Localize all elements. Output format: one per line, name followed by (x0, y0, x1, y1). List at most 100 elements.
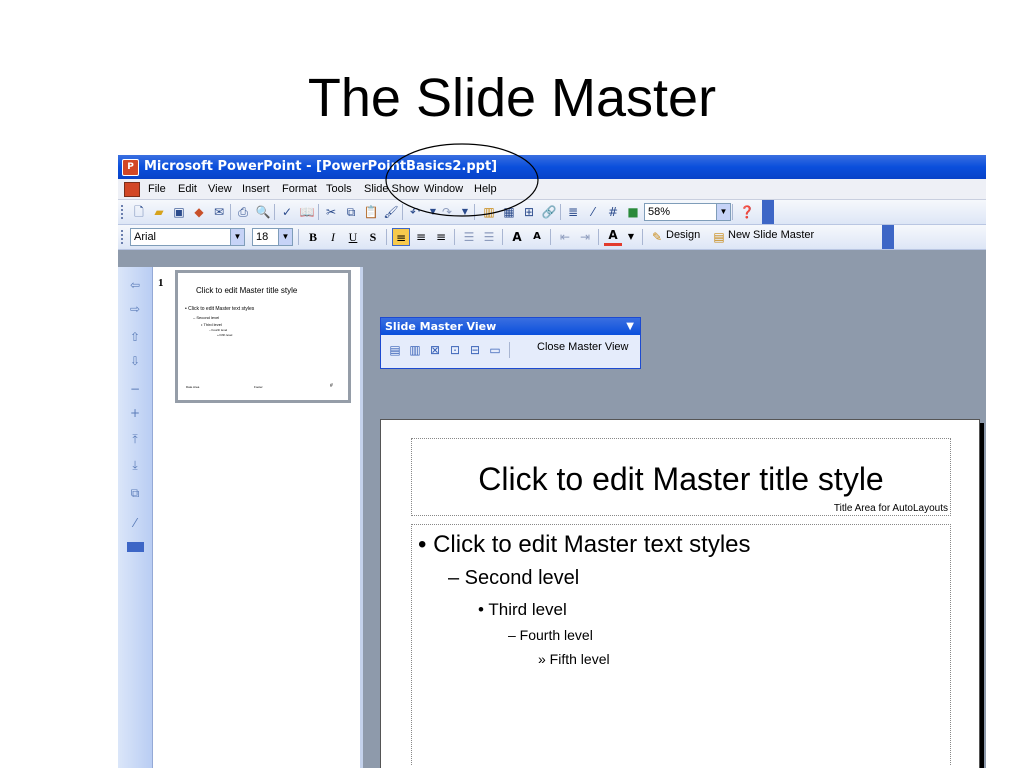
slide-master-canvas[interactable]: Click to edit Master title style Title A… (380, 419, 980, 768)
design-button[interactable]: Design (666, 229, 700, 241)
promote-icon[interactable]: ⇦ (127, 277, 143, 293)
summary-slide-icon[interactable]: ⧉ (127, 485, 143, 501)
cut-icon[interactable]: ✂ (322, 203, 340, 221)
thumb-level-2: – Second level (193, 315, 220, 320)
email-icon[interactable]: ✉ (210, 203, 228, 221)
preserve-master-icon[interactable]: ⊡ (447, 342, 463, 358)
zoom-select[interactable]: 58% ▼ (644, 203, 731, 221)
new-icon[interactable]: 🗋 (130, 203, 148, 221)
expand-all-icon[interactable]: ⤓ (127, 457, 143, 473)
new-slide-master-icon[interactable]: ▤ (710, 228, 728, 246)
font-name: Arial (134, 231, 157, 243)
save-icon[interactable]: ▣ (170, 203, 188, 221)
align-right-button[interactable]: ≡ (432, 228, 450, 246)
research-icon[interactable]: 📖 (298, 203, 316, 221)
master-title: Click to edit Master title style (478, 461, 884, 497)
thumb-level-4: – Fourth level (209, 328, 228, 332)
expand-all-icon[interactable]: ≣ (564, 203, 582, 221)
close-master-view-button[interactable]: Close Master View (537, 341, 629, 353)
help-icon[interactable]: ❓ (738, 203, 756, 221)
toolbar-grip[interactable] (121, 205, 125, 219)
toolbar-grip[interactable] (121, 230, 125, 244)
document-icon[interactable] (124, 182, 140, 197)
body-placeholder[interactable]: • Click to edit Master text styles – Sec… (411, 524, 951, 765)
menu-bar: File Edit View Insert Format Tools Slide… (118, 179, 986, 200)
toolbar-options-icon[interactable] (762, 200, 774, 224)
font-size-select[interactable]: 18 ▼ (252, 228, 293, 246)
insert-hyperlink-icon[interactable]: 🔗 (540, 203, 558, 221)
increase-indent-icon[interactable]: ⇥ (576, 228, 594, 246)
title-area-label: Title Area for AutoLayouts (833, 503, 948, 514)
numbering-icon[interactable]: ☰ (460, 228, 478, 246)
chevron-down-icon[interactable]: ▼ (278, 229, 292, 245)
toolbar-options-icon[interactable] (882, 225, 894, 249)
thumb-level-1: • Click to edit Master text styles (185, 306, 255, 312)
show-formatting-icon[interactable]: ⁄ (584, 203, 602, 221)
annotation-ellipse (385, 143, 539, 217)
menu-file[interactable]: File (148, 183, 166, 195)
rename-master-icon[interactable]: ⊟ (467, 342, 483, 358)
thumb-date-area: Date Area (186, 385, 200, 389)
slide-number: 1 (158, 277, 164, 289)
menu-edit[interactable]: Edit (178, 183, 197, 195)
collapse-icon[interactable]: − (127, 381, 143, 397)
delete-master-icon[interactable]: ⊠ (427, 342, 443, 358)
insert-new-title-master-icon[interactable]: ▥ (407, 342, 423, 358)
decrease-font-icon[interactable]: A (528, 228, 546, 246)
text-level-2: – Second level (448, 567, 580, 589)
bullets-icon[interactable]: ☰ (480, 228, 498, 246)
title-placeholder[interactable]: Click to edit Master title style Title A… (411, 438, 951, 516)
slide-master-view-titlebar[interactable]: Slide Master View ▼ (381, 318, 640, 335)
show-formatting-icon[interactable]: ⁄ (127, 515, 143, 531)
text-level-3: • Third level (478, 600, 567, 619)
thumb-level-5: » Fifth level (217, 333, 233, 337)
font-color-dropdown-icon[interactable]: ▼ (622, 228, 640, 246)
chevron-down-icon[interactable]: ▼ (626, 318, 634, 335)
print-preview-icon[interactable]: 🔍 (254, 203, 272, 221)
slide-master-view-toolbar: Slide Master View ▼ ▤ ▥ ⊠ ⊡ ⊟ ▭ Close Ma… (380, 317, 641, 369)
bold-button[interactable]: B (304, 228, 322, 246)
align-center-button[interactable]: ≡ (412, 228, 430, 246)
slide-thumbnail[interactable]: Click to edit Master title style • Click… (175, 270, 351, 403)
text-level-4: – Fourth level (508, 627, 593, 643)
demote-icon[interactable]: ⇨ (127, 301, 143, 317)
master-layout-icon[interactable]: ▭ (487, 342, 503, 358)
font-color-icon[interactable]: A (604, 228, 622, 246)
italic-button[interactable]: I (324, 228, 342, 246)
powerpoint-window: P Microsoft PowerPoint - [PowerPointBasi… (118, 155, 986, 768)
menu-tools[interactable]: Tools (326, 183, 352, 195)
move-down-icon[interactable]: ⇩ (127, 353, 143, 369)
show-grid-icon[interactable]: # (604, 203, 622, 221)
shadow-button[interactable]: S (364, 228, 382, 246)
decrease-indent-icon[interactable]: ⇤ (556, 228, 574, 246)
font-select[interactable]: Arial ▼ (130, 228, 245, 246)
copy-icon[interactable]: ⧉ (342, 203, 360, 221)
open-icon[interactable]: ▰ (150, 203, 168, 221)
menu-view[interactable]: View (208, 183, 232, 195)
color-grayscale-icon[interactable]: ■ (624, 203, 642, 221)
title-bar[interactable]: P Microsoft PowerPoint - [PowerPointBasi… (118, 155, 986, 179)
underline-button[interactable]: U (344, 228, 362, 246)
expand-icon[interactable]: + (127, 405, 143, 421)
align-left-button[interactable]: ≡ (392, 228, 410, 246)
zoom-value: 58% (648, 206, 671, 218)
new-slide-master-button[interactable]: New Slide Master (728, 229, 814, 241)
design-icon[interactable]: ✎ (648, 228, 666, 246)
powerpoint-app-icon[interactable]: P (122, 159, 139, 176)
insert-new-slide-master-icon[interactable]: ▤ (387, 342, 403, 358)
chevron-down-icon[interactable]: ▼ (716, 204, 730, 220)
spelling-icon[interactable]: ✓ (278, 203, 296, 221)
increase-font-icon[interactable]: A (508, 228, 526, 246)
thumb-number-area: # (330, 383, 333, 389)
menu-format[interactable]: Format (282, 183, 317, 195)
print-icon[interactable]: ⎙ (234, 203, 252, 221)
permission-icon[interactable]: ◆ (190, 203, 208, 221)
collapse-all-icon[interactable]: ⤒ (127, 431, 143, 447)
paste-icon[interactable]: 📋 (362, 203, 380, 221)
chevron-down-icon[interactable]: ▼ (230, 229, 244, 245)
slide-master-view-title: Slide Master View (385, 320, 497, 333)
menu-insert[interactable]: Insert (242, 183, 270, 195)
move-up-icon[interactable]: ⇧ (127, 329, 143, 345)
toolbar-options-icon[interactable] (127, 542, 144, 552)
thumb-title: Click to edit Master title style (196, 286, 298, 295)
